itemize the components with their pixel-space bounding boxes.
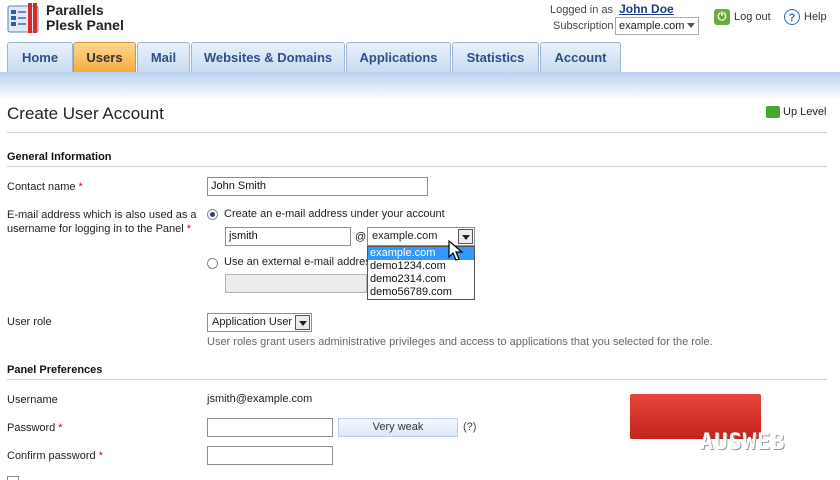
required-marker: * [186,223,192,235]
logout-icon: ⏻ [714,9,730,25]
email-label-line1: E-mail address which is also used as a [7,209,197,221]
tab-mail[interactable]: Mail [137,42,190,74]
partial-checkbox[interactable] [7,476,19,480]
radio-external-email-label: Use an external e-mail addres [224,256,371,268]
tab-statistics[interactable]: Statistics [452,42,539,74]
email-domain-value: example.com [372,230,438,242]
required-marker: * [58,422,63,434]
title-divider [7,132,827,133]
user-name-link[interactable]: John Doe [619,2,674,16]
password-label: Password * [7,421,63,435]
user-role-value: Application User [212,316,293,328]
brand: Parallels Plesk Panel [46,3,124,33]
password-field[interactable] [207,418,333,437]
confirm-password-label: Confirm password * [7,449,103,463]
tab-websites-domains[interactable]: Websites & Domains [191,42,345,74]
brand-line1: Parallels [46,2,104,18]
email-label: E-mail address which is also used as a u… [7,208,197,236]
general-info-heading: General Information [7,151,112,163]
confirm-password-label-text: Confirm password [7,450,96,462]
domain-option[interactable]: demo56789.com [368,286,474,299]
email-label-line2-text: username for logging in to the Panel [7,223,184,235]
required-marker: * [78,181,83,193]
user-role-hint: User roles grant users administrative pr… [207,336,713,348]
main-tabs: Home Users Mail Websites & Domains Appli… [0,42,840,74]
username-value: jsmith@example.com [207,393,313,405]
user-role-label: User role [7,316,52,328]
logged-in-info: Logged in as John Doe [550,2,674,16]
required-marker: * [98,450,103,462]
subscription-label: Subscription [553,20,614,32]
password-label-text: Password [7,422,56,434]
radio-create-email[interactable] [207,209,218,220]
at-sign: @ [355,231,367,243]
radio-external-email[interactable] [207,258,218,269]
password-strength-help[interactable]: (?) [463,421,476,433]
panel-preferences-heading: Panel Preferences [7,364,103,376]
tab-applications[interactable]: Applications [346,42,451,74]
logout-link[interactable]: ⏻ Log out [714,9,771,25]
email-local-part-field[interactable]: jsmith [225,227,351,246]
tab-users[interactable]: Users [73,42,136,74]
brand-line2: Plesk Panel [46,17,124,33]
page-title: Create User Account [7,104,164,123]
parallels-logo-icon [7,3,39,33]
watermark-text: AUSWEB [700,430,786,455]
logout-label: Log out [734,10,771,23]
logged-in-label: Logged in as [550,4,613,16]
contact-name-label-text: Contact name [7,181,76,193]
mouse-cursor-icon [448,240,464,261]
external-email-field [225,274,367,293]
tab-content-band [0,72,840,100]
tab-home[interactable]: Home [7,42,73,74]
up-level-icon [766,106,780,119]
chevron-down-icon [687,23,695,28]
help-link[interactable]: ? Help [784,9,827,25]
tab-account[interactable]: Account [540,42,621,74]
subscription-value: example.com [619,20,685,32]
chevron-down-icon[interactable] [295,315,310,330]
email-label-line2: username for logging in to the Panel * [7,222,197,236]
header: Parallels Plesk Panel Logged in as John … [0,0,840,42]
contact-name-field[interactable]: John Smith [207,177,428,196]
help-label: Help [804,10,827,23]
domain-option[interactable]: demo2314.com [368,273,474,286]
up-level-link[interactable]: Up Level [766,106,827,119]
username-label: Username [7,394,58,406]
help-icon: ? [784,9,800,25]
up-level-label: Up Level [783,106,827,118]
subscription-select[interactable]: example.com [615,17,699,35]
radio-create-email-label: Create an e-mail address under your acco… [224,208,445,220]
confirm-password-field[interactable] [207,446,333,465]
user-role-select[interactable]: Application User [207,313,312,332]
contact-name-label: Contact name * [7,180,83,194]
panel-preferences-divider [7,379,827,380]
general-info-divider [7,166,827,167]
password-strength-meter: Very weak [338,418,458,437]
